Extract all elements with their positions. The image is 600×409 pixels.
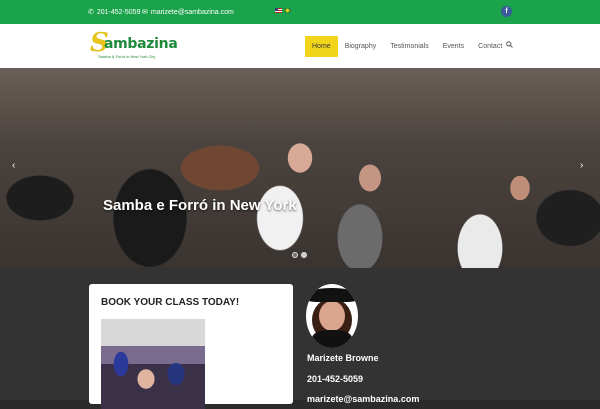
top-bar: ✆ 201-452-5059 ✉ marizete@sambazina.com …	[0, 0, 600, 24]
topbar-phone-text: 201-452-5059	[96, 8, 141, 16]
contact-email[interactable]: marizete@sambazina.com	[307, 394, 419, 404]
english-flag-icon[interactable]	[275, 8, 282, 13]
logo-name: ambazina	[104, 36, 178, 52]
phone-icon: ✆	[88, 9, 94, 16]
portuguese-flag-icon[interactable]	[284, 8, 291, 13]
nav-events[interactable]: Events	[436, 36, 471, 57]
language-switcher	[275, 8, 291, 13]
topbar-phone[interactable]: ✆ 201-452-5059	[88, 8, 141, 17]
class-photo	[101, 319, 205, 409]
main-nav: Home Biography Testimonials Events Conta…	[305, 36, 509, 57]
slider-prev-button[interactable]: ‹	[12, 160, 15, 171]
nav-contact[interactable]: Contact	[471, 36, 509, 57]
topbar-email[interactable]: ✉ marizete@sambazina.com	[142, 8, 234, 17]
avatar	[306, 284, 358, 348]
main-section: BOOK YOUR CLASS TODAY!	[0, 268, 600, 409]
nav-testimonials[interactable]: Testimonials	[383, 36, 436, 57]
site-logo[interactable]: S ambazina Samba & Forró in New York Cit…	[90, 28, 178, 64]
contact-phone[interactable]: 201-452-5059	[307, 374, 363, 384]
slider-dot[interactable]	[292, 252, 298, 258]
booking-card: BOOK YOUR CLASS TODAY!	[89, 284, 293, 409]
avatar-hat	[306, 288, 358, 302]
slider-next-button[interactable]: ›	[580, 160, 583, 171]
nav-home[interactable]: Home	[305, 36, 338, 57]
avatar-face	[319, 301, 345, 331]
envelope-icon: ✉	[142, 9, 148, 16]
hero-slider: Samba e Forró in New York ‹ ›	[0, 68, 600, 268]
nav-biography[interactable]: Biography	[338, 36, 384, 57]
topbar-email-text: marizete@sambazina.com	[150, 8, 234, 16]
slider-dots	[292, 252, 307, 258]
facebook-icon[interactable]: f	[501, 6, 512, 17]
hero-title: Samba e Forró in New York	[103, 197, 297, 214]
logo-tagline: Samba & Forró in New York City	[98, 54, 156, 59]
booking-card-title: BOOK YOUR CLASS TODAY!	[101, 297, 240, 308]
search-icon[interactable]	[506, 41, 513, 48]
avatar-shirt	[312, 330, 352, 348]
slider-dot-active[interactable]	[301, 252, 307, 258]
contact-name: Marizete Browne	[307, 353, 379, 363]
